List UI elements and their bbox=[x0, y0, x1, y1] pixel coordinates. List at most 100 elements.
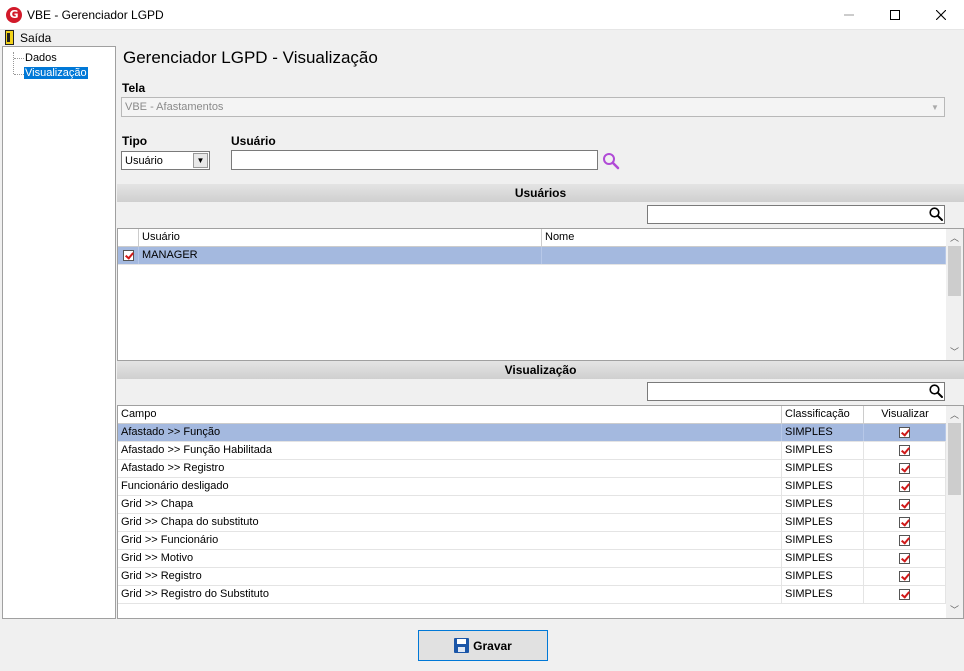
checkbox-checked-icon bbox=[899, 588, 910, 600]
users-scrollbar[interactable]: ︿ ﹀ bbox=[946, 229, 963, 360]
navigation-tree: Dados Visualização bbox=[2, 46, 116, 619]
scroll-up-icon[interactable]: ︿ bbox=[946, 229, 963, 246]
menu-bar: Saída bbox=[0, 30, 964, 46]
scroll-thumb[interactable] bbox=[948, 246, 961, 296]
table-row[interactable]: Afastado >> Registro SIMPLES bbox=[118, 460, 946, 478]
column-header-nome[interactable]: Nome bbox=[542, 229, 946, 247]
search-icon[interactable] bbox=[601, 151, 621, 171]
cell-visualizar[interactable] bbox=[864, 586, 946, 603]
table-row[interactable]: MANAGER bbox=[118, 247, 946, 265]
search-icon[interactable] bbox=[928, 383, 944, 399]
title-bar: G VBE - Gerenciador LGPD bbox=[0, 0, 964, 30]
tree-connector bbox=[13, 52, 14, 74]
users-section-header: Usuários bbox=[117, 184, 964, 202]
cell-campo: Grid >> Motivo bbox=[118, 550, 782, 567]
floppy-disk-icon bbox=[454, 638, 470, 653]
column-header-classificacao[interactable]: Classificação bbox=[782, 406, 864, 424]
cell-visualizar[interactable] bbox=[864, 568, 946, 585]
tela-select[interactable]: VBE - Afastamentos ▼ bbox=[121, 97, 945, 117]
cell-classificacao: SIMPLES bbox=[782, 550, 864, 567]
cell-classificacao: SIMPLES bbox=[782, 514, 864, 531]
table-row[interactable]: Grid >> Registro do Substituto SIMPLES bbox=[118, 586, 946, 604]
checkbox-checked-icon bbox=[899, 498, 910, 510]
close-button[interactable] bbox=[918, 0, 964, 30]
checkbox-checked-icon bbox=[899, 570, 910, 582]
tipo-label: Tipo bbox=[122, 134, 148, 148]
cell-classificacao: SIMPLES bbox=[782, 424, 864, 441]
cell-classificacao: SIMPLES bbox=[782, 460, 864, 477]
table-row[interactable]: Grid >> Funcionário SIMPLES bbox=[118, 532, 946, 550]
save-button[interactable]: Gravar bbox=[418, 630, 548, 661]
app-logo-icon: G bbox=[6, 7, 22, 23]
cell-visualizar[interactable] bbox=[864, 514, 946, 531]
cell-campo: Afastado >> Registro bbox=[118, 460, 782, 477]
save-button-label: Gravar bbox=[473, 638, 512, 653]
tela-select-value: VBE - Afastamentos bbox=[125, 101, 224, 113]
checkbox-checked-icon bbox=[899, 480, 910, 492]
table-row[interactable]: Grid >> Chapa SIMPLES bbox=[118, 496, 946, 514]
row-checkbox[interactable] bbox=[118, 247, 139, 264]
minimize-button[interactable] bbox=[826, 0, 872, 30]
maximize-icon bbox=[890, 10, 900, 20]
cell-campo: Grid >> Chapa do substituto bbox=[118, 514, 782, 531]
tipo-select[interactable]: Usuário ▼ bbox=[121, 151, 210, 170]
checkbox-checked-icon bbox=[899, 552, 910, 564]
table-row[interactable]: Grid >> Motivo SIMPLES bbox=[118, 550, 946, 568]
column-header-visualizar[interactable]: Visualizar bbox=[864, 406, 946, 424]
view-grid-header: Campo Classificação Visualizar bbox=[118, 406, 946, 424]
cell-classificacao: SIMPLES bbox=[782, 478, 864, 495]
cell-visualizar[interactable] bbox=[864, 460, 946, 477]
users-filter-input[interactable] bbox=[647, 205, 945, 224]
search-icon[interactable] bbox=[928, 206, 944, 222]
table-row[interactable]: Afastado >> Função Habilitada SIMPLES bbox=[118, 442, 946, 460]
checkbox-checked-icon bbox=[899, 426, 910, 438]
scroll-down-icon[interactable]: ﹀ bbox=[946, 343, 963, 360]
users-grid: Usuário Nome MANAGER ︿ ﹀ bbox=[117, 228, 964, 361]
cell-visualizar[interactable] bbox=[864, 496, 946, 513]
cell-visualizar[interactable] bbox=[864, 478, 946, 495]
view-grid: Campo Classificação Visualizar Afastado … bbox=[117, 405, 964, 619]
scroll-thumb[interactable] bbox=[948, 423, 961, 495]
table-row[interactable]: Grid >> Chapa do substituto SIMPLES bbox=[118, 514, 946, 532]
table-row[interactable]: Grid >> Registro SIMPLES bbox=[118, 568, 946, 586]
checkbox-checked-icon bbox=[899, 516, 910, 528]
usuario-label: Usuário bbox=[231, 134, 276, 148]
scroll-up-icon[interactable]: ︿ bbox=[946, 406, 963, 423]
cell-campo: Grid >> Registro do Substituto bbox=[118, 586, 782, 603]
tipo-select-value: Usuário bbox=[125, 155, 163, 167]
exit-door-icon[interactable] bbox=[5, 30, 14, 45]
checkbox-checked-icon bbox=[899, 444, 910, 456]
tree-item-visualizacao[interactable]: Visualização bbox=[24, 67, 88, 79]
cell-classificacao: SIMPLES bbox=[782, 496, 864, 513]
cell-campo: Funcionário desligado bbox=[118, 478, 782, 495]
column-header-usuario[interactable]: Usuário bbox=[139, 229, 542, 247]
table-row[interactable]: Afastado >> Função SIMPLES bbox=[118, 424, 946, 442]
checkbox-checked-icon bbox=[899, 534, 910, 546]
cell-campo: Afastado >> Função Habilitada bbox=[118, 442, 782, 459]
tree-item-dados[interactable]: Dados bbox=[24, 52, 58, 64]
window-title: VBE - Gerenciador LGPD bbox=[27, 8, 164, 22]
tree-connector bbox=[14, 58, 24, 59]
view-section-header: Visualização bbox=[117, 361, 964, 379]
close-icon bbox=[936, 10, 946, 20]
cell-campo: Grid >> Funcionário bbox=[118, 532, 782, 549]
maximize-button[interactable] bbox=[872, 0, 918, 30]
column-header-check[interactable] bbox=[118, 229, 139, 247]
chevron-down-icon[interactable]: ▼ bbox=[193, 153, 208, 168]
chevron-down-icon[interactable]: ▼ bbox=[927, 99, 943, 115]
scroll-down-icon[interactable]: ﹀ bbox=[946, 601, 963, 618]
view-filter-input[interactable] bbox=[647, 382, 945, 401]
tree-connector bbox=[14, 74, 24, 75]
cell-visualizar[interactable] bbox=[864, 550, 946, 567]
cell-classificacao: SIMPLES bbox=[782, 532, 864, 549]
view-scrollbar[interactable]: ︿ ﹀ bbox=[946, 406, 963, 618]
menu-exit[interactable]: Saída bbox=[20, 31, 51, 45]
cell-visualizar[interactable] bbox=[864, 442, 946, 459]
usuario-input[interactable] bbox=[231, 150, 598, 170]
column-header-campo[interactable]: Campo bbox=[118, 406, 782, 424]
cell-nome bbox=[542, 247, 946, 264]
cell-visualizar[interactable] bbox=[864, 424, 946, 441]
cell-classificacao: SIMPLES bbox=[782, 586, 864, 603]
cell-visualizar[interactable] bbox=[864, 532, 946, 549]
table-row[interactable]: Funcionário desligado SIMPLES bbox=[118, 478, 946, 496]
